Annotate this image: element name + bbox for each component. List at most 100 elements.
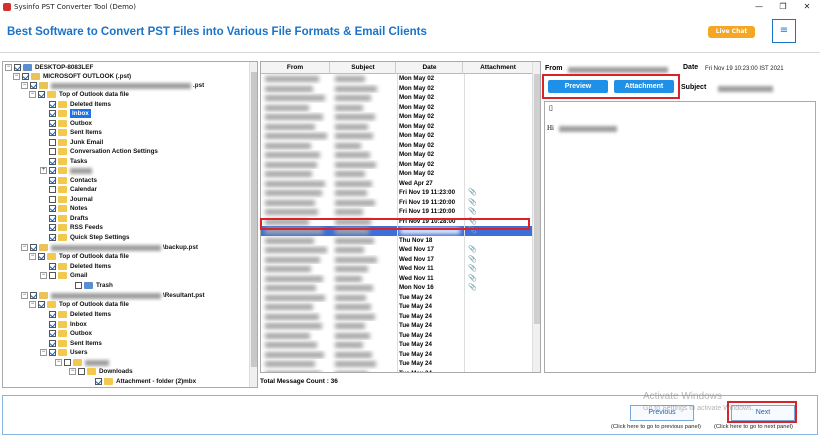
checkbox[interactable] — [14, 64, 21, 71]
tree-node-tasks[interactable]: Tasks — [49, 157, 87, 166]
table-row[interactable]: Tue May 24 — [261, 302, 533, 312]
tree-node-deleted-2[interactable]: Deleted Items — [49, 262, 111, 271]
table-row[interactable]: Wed Apr 27 — [261, 178, 533, 188]
tree-node-users[interactable]: − Users — [40, 348, 88, 357]
table-row[interactable]: Mon May 02 — [261, 121, 533, 131]
checkbox[interactable] — [95, 378, 102, 385]
table-row[interactable]: Fri Nov 19 11:20:00 📎 — [261, 207, 533, 217]
tree-node-sent-3[interactable]: Sent Items — [49, 339, 102, 348]
checkbox[interactable] — [49, 167, 56, 174]
checkbox[interactable] — [49, 349, 56, 356]
collapse-icon[interactable]: − — [69, 368, 76, 375]
table-row[interactable]: Tue May 24 — [261, 349, 533, 359]
checkbox[interactable] — [49, 101, 56, 108]
checkbox[interactable] — [64, 359, 71, 366]
table-row[interactable]: Mon Nov 16 📎 — [261, 283, 533, 293]
tree-node-quick-step[interactable]: Quick Step Settings — [49, 233, 129, 242]
collapse-icon[interactable]: − — [29, 91, 36, 98]
checkbox[interactable] — [49, 215, 56, 222]
checkbox[interactable] — [38, 91, 45, 98]
collapse-icon[interactable]: − — [21, 82, 28, 89]
table-row[interactable]: Mon May 02 — [261, 140, 533, 150]
checkbox[interactable] — [49, 205, 56, 212]
checkbox[interactable] — [49, 110, 56, 117]
checkbox[interactable] — [49, 224, 56, 231]
tree-node-trash[interactable]: Trash — [75, 281, 113, 290]
maximize-button[interactable]: ❐ — [772, 1, 794, 13]
preview-button[interactable]: Preview — [548, 80, 608, 93]
checkbox[interactable] — [38, 253, 45, 260]
tree-node-conversation[interactable]: Conversation Action Settings — [49, 147, 158, 156]
tree-node-gmail[interactable]: − Gmail — [40, 271, 88, 280]
table-row[interactable]: Tue May 24 — [261, 368, 533, 372]
table-row[interactable]: Mon May 02 — [261, 93, 533, 103]
table-row[interactable]: Mon May 02 — [261, 83, 533, 93]
tree-node-junk[interactable]: Junk Email — [49, 138, 103, 147]
menu-button[interactable]: ≡ — [772, 19, 796, 43]
column-subject[interactable]: Subject — [331, 62, 396, 74]
collapse-icon[interactable]: − — [29, 301, 36, 308]
message-preview-pane[interactable]: ▯ Hi — [544, 101, 816, 373]
tree-node-downloads[interactable]: − Downloads — [69, 367, 133, 376]
table-row[interactable]: Mon May 02 — [261, 159, 533, 169]
tree-node-pst2[interactable]: − \backup.pst — [21, 243, 198, 252]
checkbox[interactable] — [49, 120, 56, 127]
table-row[interactable]: Mon May 02 — [261, 131, 533, 141]
tree-node-rss[interactable]: RSS Feeds — [49, 223, 103, 232]
table-row[interactable]: Wed Nov 17 📎 — [261, 254, 533, 264]
checkbox[interactable] — [49, 186, 56, 193]
tree-node-sent[interactable]: Sent Items — [49, 128, 102, 137]
tree-node-outbox[interactable]: Outbox — [49, 119, 92, 128]
tree-scrollbar[interactable] — [249, 62, 257, 387]
tree-node-drafts[interactable]: Drafts — [49, 214, 88, 223]
checkbox[interactable] — [49, 158, 56, 165]
table-row[interactable]: Mon May 02 — [261, 169, 533, 179]
checkbox[interactable] — [30, 292, 37, 299]
table-row[interactable]: Tue May 24 — [261, 359, 533, 369]
table-row[interactable]: Mon May 02 — [261, 74, 533, 84]
table-row[interactable]: Fri Nov 19 11:23:00 📎 — [261, 188, 533, 198]
checkbox[interactable] — [49, 234, 56, 241]
folder-tree[interactable]: − DESKTOP-8083LEF − MICROSOFT OUTLOOK (.ps… — [2, 61, 258, 388]
checkbox[interactable] — [49, 321, 56, 328]
table-row[interactable]: Mon May 02 — [261, 150, 533, 160]
collapse-icon[interactable]: − — [29, 253, 36, 260]
tree-node-top1[interactable]: − Top of Outlook data file — [29, 90, 129, 99]
tree-node-outbox-3[interactable]: Outbox — [49, 329, 92, 338]
collapse-icon[interactable]: − — [21, 292, 28, 299]
table-row[interactable]: Tue May 24 — [261, 321, 533, 331]
tree-node-redacted[interactable]: + — [40, 166, 94, 175]
checkbox[interactable] — [49, 148, 56, 155]
message-grid[interactable]: From Subject Date Attachment Mon May 02 M… — [260, 61, 541, 373]
table-row[interactable]: Tue May 24 — [261, 292, 533, 302]
checkbox[interactable] — [49, 272, 56, 279]
table-row[interactable]: Thu Nov 18 — [261, 235, 533, 245]
tree-node-outlook-root[interactable]: − MICROSOFT OUTLOOK (.pst) — [13, 72, 131, 81]
tree-node-attachment-folder[interactable]: Attachment - folder (2)mbx — [95, 377, 196, 386]
tree-node-inbox-3[interactable]: Inbox — [49, 320, 87, 329]
attachment-button[interactable]: Attachment — [614, 80, 674, 93]
collapse-icon[interactable]: − — [13, 73, 20, 80]
table-row[interactable]: Mon May 02 — [261, 112, 533, 122]
collapse-icon[interactable]: − — [5, 64, 12, 71]
column-from[interactable]: From — [261, 62, 330, 74]
tree-node-top3[interactable]: − Top of Outlook data file — [29, 300, 129, 309]
tree-node-pst3[interactable]: − \Resultant.pst — [21, 291, 205, 300]
checkbox[interactable] — [75, 282, 82, 289]
collapse-icon[interactable]: − — [21, 244, 28, 251]
tree-node-inbox[interactable]: Inbox — [49, 109, 91, 118]
checkbox[interactable] — [30, 82, 37, 89]
collapse-icon[interactable]: − — [40, 349, 47, 356]
tree-node-deleted-3[interactable]: Deleted Items — [49, 310, 111, 319]
close-button[interactable]: ✕ — [796, 1, 818, 13]
tree-node-calendar[interactable]: Calendar — [49, 185, 97, 194]
checkbox[interactable] — [49, 263, 56, 270]
expand-icon[interactable]: + — [40, 167, 47, 174]
minimize-button[interactable]: — — [748, 1, 770, 13]
checkbox[interactable] — [22, 73, 29, 80]
column-date[interactable]: Date — [397, 62, 463, 74]
checkbox[interactable] — [30, 244, 37, 251]
table-row[interactable]: Wed Nov 11 📎 — [261, 264, 533, 274]
collapse-icon[interactable]: − — [55, 359, 62, 366]
scrollbar-thumb[interactable] — [251, 72, 257, 367]
